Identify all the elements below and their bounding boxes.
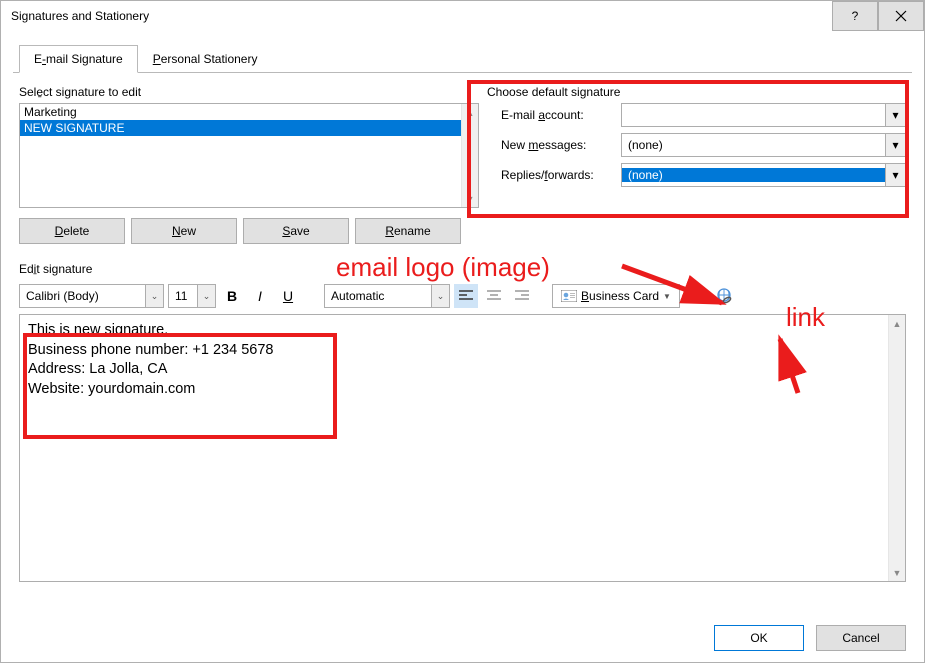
editor-toolbar: Calibri (Body) ⌄ 11 ⌄ B I U Automatic ⌄ — [19, 284, 906, 308]
delete-button[interactable]: Delete — [19, 218, 125, 244]
signature-listbox[interactable]: Marketing NEW SIGNATURE ▲ ▼ — [19, 103, 479, 208]
replies-forwards-label: Replies/forwards: — [501, 168, 621, 182]
italic-button[interactable]: I — [248, 284, 272, 308]
select-signature-label: Sele̱ct signature to edit — [19, 85, 479, 99]
defaults-section-label: Choose default signature — [487, 85, 906, 99]
bold-button[interactable]: B — [220, 284, 244, 308]
insert-image-button[interactable] — [684, 284, 708, 308]
titlebar: Signatures and Stationery ? — [1, 1, 924, 31]
tab-email-signature[interactable]: E-mail Signature — [19, 45, 138, 73]
editor-line: Website: yourdomain.com — [28, 380, 880, 400]
listbox-scrollbar[interactable]: ▲ ▼ — [461, 104, 478, 207]
chevron-down-icon[interactable]: ⌄ — [145, 285, 163, 307]
font-size-combo[interactable]: 11 ⌄ — [168, 284, 216, 308]
chevron-down-icon[interactable]: ▾ — [885, 134, 905, 156]
list-item[interactable]: Marketing — [20, 104, 461, 120]
scroll-down-icon[interactable]: ▼ — [889, 564, 905, 581]
scroll-track[interactable] — [889, 332, 905, 564]
scroll-up-icon[interactable]: ▲ — [462, 104, 478, 121]
new-messages-label: New messages: — [501, 138, 621, 152]
scroll-track[interactable] — [462, 121, 478, 190]
save-button[interactable]: Save — [243, 218, 349, 244]
new-button[interactable]: New — [131, 218, 237, 244]
font-color-combo[interactable]: Automatic ⌄ — [324, 284, 450, 308]
insert-hyperlink-button[interactable] — [712, 284, 736, 308]
editor-line: Business phone number: +1 234 5678 — [28, 341, 880, 361]
signature-editor[interactable]: This is new signature. Business phone nu… — [20, 315, 888, 581]
business-card-icon — [561, 290, 577, 302]
scroll-down-icon[interactable]: ▼ — [462, 190, 478, 207]
email-account-label: E-mail account: — [501, 108, 621, 122]
business-card-button[interactable]: Business Card ▼ — [552, 284, 680, 308]
ok-button[interactable]: OK — [714, 625, 804, 651]
new-messages-combo[interactable]: (none) ▾ — [621, 133, 906, 157]
tabs: E-mail Signature Personal Stationery — [19, 45, 924, 73]
window-title: Signatures and Stationery — [11, 9, 832, 23]
rename-button[interactable]: Rename — [355, 218, 461, 244]
annotation-text-link: link — [786, 302, 825, 333]
chevron-down-icon[interactable]: ▾ — [885, 164, 905, 186]
list-item[interactable]: NEW SIGNATURE — [20, 120, 461, 136]
editor-line: This is new signature. — [28, 321, 880, 341]
tab-personal-stationery[interactable]: Personal Stationery — [138, 45, 273, 73]
underline-button[interactable]: U — [276, 284, 300, 308]
signature-editor-wrap: This is new signature. Business phone nu… — [19, 314, 906, 582]
align-left-button[interactable] — [454, 284, 478, 308]
align-right-button[interactable] — [510, 284, 534, 308]
replies-forwards-combo[interactable]: (none) ▾ — [621, 163, 906, 187]
help-button[interactable]: ? — [832, 1, 878, 31]
editor-scrollbar[interactable]: ▲ ▼ — [888, 315, 905, 581]
close-button[interactable] — [878, 1, 924, 31]
font-combo[interactable]: Calibri (Body) ⌄ — [19, 284, 164, 308]
chevron-down-icon[interactable]: ⌄ — [197, 285, 215, 307]
cancel-button[interactable]: Cancel — [816, 625, 906, 651]
chevron-down-icon[interactable]: ▾ — [885, 104, 905, 126]
scroll-up-icon[interactable]: ▲ — [889, 315, 905, 332]
editor-line: Address: La Jolla, CA — [28, 360, 880, 380]
dialog-footer: OK Cancel — [1, 614, 924, 662]
chevron-down-icon[interactable]: ⌄ — [431, 285, 449, 307]
email-account-combo[interactable]: ▾ — [621, 103, 906, 127]
annotation-text-image: email logo (image) — [336, 252, 550, 283]
align-center-button[interactable] — [482, 284, 506, 308]
